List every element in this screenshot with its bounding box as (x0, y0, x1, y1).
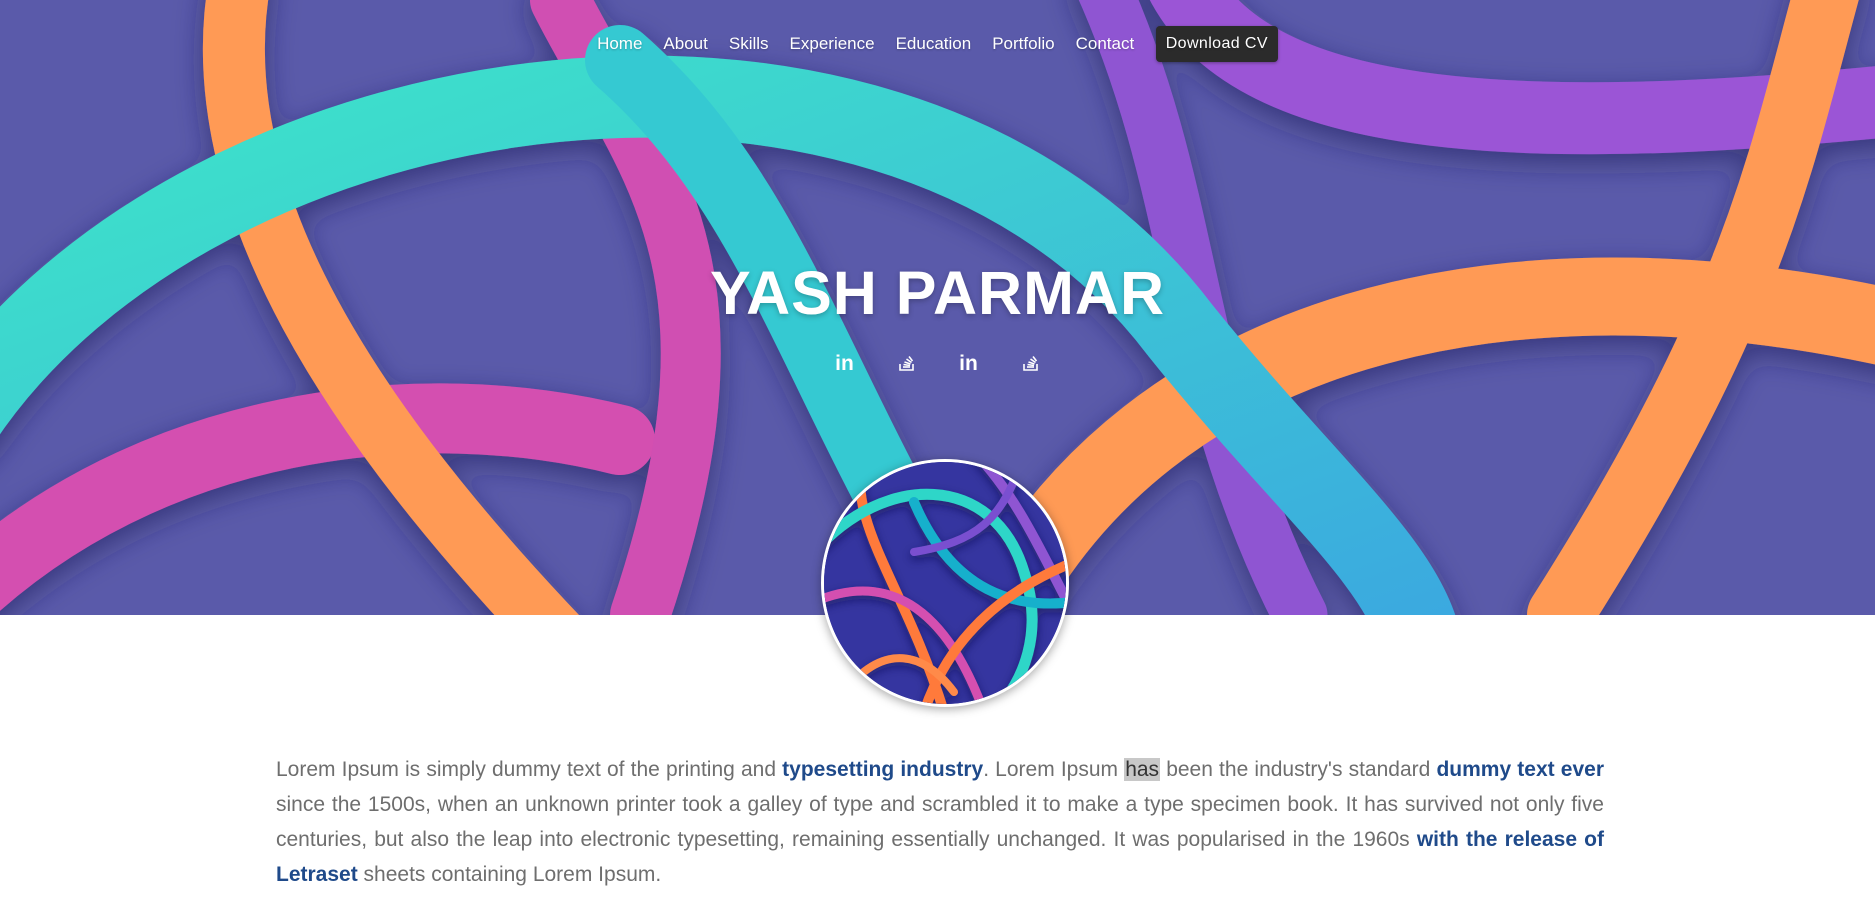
about-text: Lorem Ipsum is simply dummy text of the … (276, 758, 783, 781)
nav-education[interactable]: Education (896, 34, 972, 54)
highlighted-word: has (1124, 758, 1161, 781)
nav-skills[interactable]: Skills (729, 34, 769, 54)
stackoverflow-icon[interactable] (1000, 352, 1062, 378)
profile-avatar (821, 459, 1069, 707)
hero-name: YASH PARMAR (709, 259, 1165, 327)
stackoverflow-icon[interactable] (876, 352, 938, 378)
social-links: in in (0, 352, 1875, 378)
nav-portfolio[interactable]: Portfolio (992, 34, 1054, 54)
about-text: . Lorem Ipsum (983, 758, 1125, 781)
avatar-image (824, 462, 1066, 704)
about-paragraph: Lorem Ipsum is simply dummy text of the … (276, 752, 1604, 892)
linkedin-icon[interactable]: in (938, 352, 1000, 378)
linkedin-icon[interactable]: in (814, 352, 876, 378)
about-emphasis: dummy text ever (1436, 758, 1604, 781)
nav-experience[interactable]: Experience (790, 34, 875, 54)
about-text: since the 1500s, when an unknown printer… (276, 793, 1604, 851)
nav-about[interactable]: About (663, 34, 707, 54)
download-cv-button[interactable]: Download CV (1155, 26, 1278, 62)
about-emphasis: typesetting industry (782, 758, 984, 781)
nav-home[interactable]: Home (597, 34, 642, 54)
about-text: sheets containing Lorem Ipsum. (357, 863, 662, 886)
nav-contact[interactable]: Contact (1076, 34, 1135, 54)
top-navigation: Home About Skills Experience Education P… (0, 26, 1875, 62)
about-text: been the industry's standard (1160, 758, 1437, 781)
